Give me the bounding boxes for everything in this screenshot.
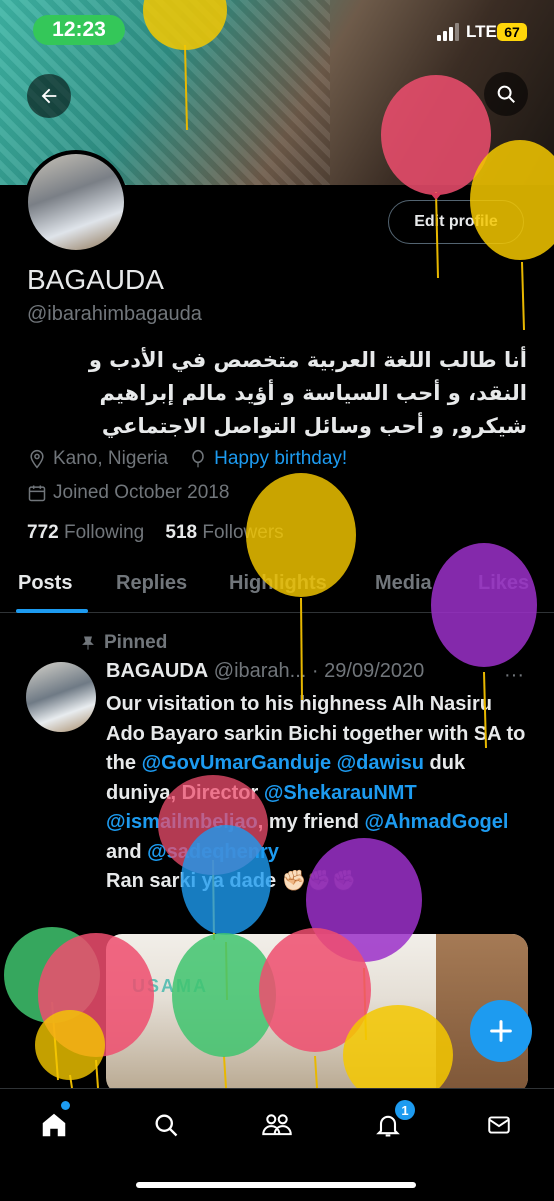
nav-communities[interactable]	[259, 1107, 295, 1143]
profile-joined: Joined October 2018	[53, 482, 230, 503]
tweet-text-part: , my friend	[257, 811, 365, 833]
plus-icon	[490, 1020, 512, 1042]
mention-link[interactable]: @dawisu	[337, 752, 424, 774]
battery-level: 67	[497, 23, 527, 41]
tweet-text: Our visitation to his highness Alh Nasir…	[106, 690, 526, 897]
followers-label: Followers	[202, 522, 284, 543]
pinned-label: Pinned	[104, 632, 168, 653]
mention-link[interactable]: @GovUmarGanduje	[142, 752, 332, 774]
tweet-header: BAGAUDA @ibarah... · 29/09/2020	[106, 660, 526, 683]
pinned-indicator: Pinned	[80, 632, 167, 654]
tweet-text-part: Ran sarki ya dade ✊🏻✊🏿✊🏿	[106, 870, 357, 892]
profile-location: Kano, Nigeria	[53, 448, 169, 469]
home-unread-dot	[61, 1101, 70, 1110]
balloon-icon	[192, 449, 204, 468]
tab-replies[interactable]: Replies	[116, 572, 187, 595]
tab-media[interactable]: Media	[375, 572, 432, 595]
network-type: LTE	[466, 22, 497, 41]
profile-meta-row: Kano, Nigeria Happy birthday!	[27, 448, 347, 470]
explore-search-icon	[155, 1114, 178, 1137]
signal-icon	[437, 23, 459, 41]
mention-link[interactable]: @ismailmbeljao	[106, 811, 258, 833]
tab-posts[interactable]: Posts	[18, 572, 72, 595]
media-watermark: USAMA	[132, 976, 208, 996]
nav-home[interactable]	[36, 1107, 72, 1143]
following-count: 772	[27, 522, 59, 543]
back-button[interactable]	[27, 74, 71, 118]
tweet-author-name[interactable]: BAGAUDA	[106, 660, 208, 682]
following-link[interactable]: 772 Following	[27, 522, 144, 543]
home-icon	[42, 1113, 66, 1137]
profile-avatar[interactable]	[24, 150, 128, 254]
search-button[interactable]	[484, 72, 528, 116]
home-indicator	[136, 1182, 416, 1188]
followers-count: 518	[165, 522, 198, 543]
status-bar: 12:23 LTE 67	[0, 0, 554, 60]
tweet-media-image[interactable]: USAMA	[106, 934, 528, 1094]
search-icon	[497, 85, 515, 103]
pin-icon	[82, 636, 94, 650]
profile-tabs: Posts Replies Highlights Media Likes	[0, 562, 554, 613]
edit-profile-button[interactable]: Edit profile	[388, 200, 524, 244]
tweet-date[interactable]: · 29/09/2020	[312, 660, 424, 682]
profile-name: BAGAUDA	[27, 264, 164, 295]
active-tab-indicator	[16, 609, 88, 613]
profile-birthday[interactable]: Happy birthday!	[214, 448, 347, 470]
followers-link[interactable]: 518 Followers	[165, 522, 283, 543]
tweet-author-handle[interactable]: @ibarah...	[214, 660, 307, 682]
compose-post-button[interactable]	[470, 1000, 532, 1062]
mention-link[interactable]: @sadeqhenry	[147, 841, 279, 863]
mail-icon	[488, 1116, 510, 1134]
mention-link[interactable]: @AhmadGogel	[364, 811, 508, 833]
communities-icon	[262, 1114, 292, 1136]
profile-joined-row: Joined October 2018	[27, 482, 229, 504]
mention-link[interactable]: @ShekarauNMT	[264, 782, 417, 804]
profile-handle: @ibarahimbagauda	[27, 303, 202, 325]
location-pin-icon	[30, 449, 44, 469]
tab-likes[interactable]: Likes	[478, 572, 529, 595]
tweet-more-button[interactable]: ···	[504, 664, 524, 687]
status-time: 12:23	[33, 15, 125, 45]
back-arrow-icon	[41, 88, 57, 104]
balloon-icon	[35, 1010, 105, 1089]
following-label: Following	[63, 522, 145, 543]
tab-highlights[interactable]: Highlights	[229, 572, 327, 595]
nav-messages[interactable]	[481, 1107, 517, 1143]
tweet-avatar[interactable]	[26, 662, 96, 732]
balloon-icon	[4, 927, 100, 1081]
notification-badge: 1	[395, 1100, 415, 1120]
calendar-icon	[28, 485, 46, 502]
nav-explore[interactable]	[148, 1107, 184, 1143]
follow-counts: 772 Following 518 Followers	[27, 522, 284, 544]
tweet-text-part: and	[106, 840, 148, 863]
profile-bio: أنا طالب اللغة العربية متخصص في الأدب و …	[88, 348, 527, 438]
